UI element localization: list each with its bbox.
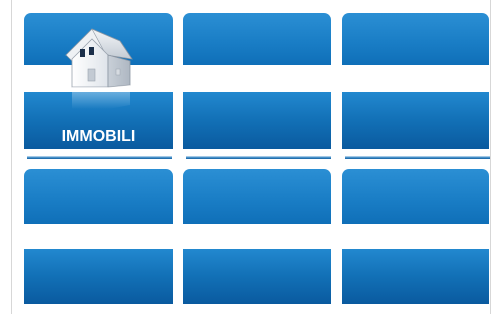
row-divider [27,156,172,159]
tile-empty[interactable] [24,169,173,304]
tile-panel: IMMOBILI [0,0,494,314]
tile-bottom-segment [342,249,489,304]
tile-label: IMMOBILI [61,128,136,145]
tile-top-segment [183,169,331,224]
tile-empty[interactable] [183,13,331,149]
category-grid: IMMOBILI [0,0,494,314]
tile-immobili[interactable]: IMMOBILI [24,13,173,149]
tile-bottom-segment [342,92,489,149]
tile-empty[interactable] [183,169,331,304]
tile-top-segment [183,13,331,65]
house-icon [65,28,133,109]
row-divider [345,156,490,159]
row-divider [186,156,331,159]
tile-bottom-segment [183,249,331,304]
tile-bottom-segment [183,92,331,149]
tile-empty[interactable] [342,13,489,149]
tile-bottom-segment [24,249,173,304]
tile-top-segment [342,169,489,224]
tile-empty[interactable] [342,169,489,304]
tile-top-segment [342,13,489,65]
tile-top-segment [24,169,173,224]
